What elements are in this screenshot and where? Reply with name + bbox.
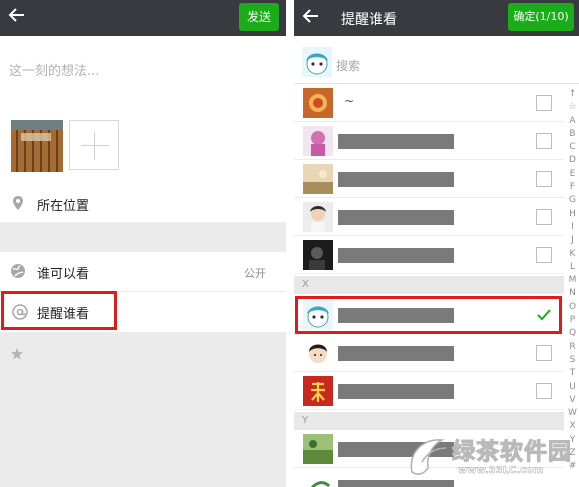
back-arrow-icon[interactable] (302, 7, 320, 31)
index-letter[interactable]: K (566, 248, 579, 261)
contact-name-redacted (338, 210, 454, 225)
watermark-logo-icon (410, 439, 447, 475)
contact-name-redacted (338, 172, 454, 187)
list-item[interactable] (294, 236, 564, 274)
list-item[interactable] (294, 372, 564, 410)
avatar (303, 338, 333, 368)
index-letter[interactable]: I (566, 221, 579, 234)
top-bar: 发送 (0, 0, 286, 36)
highlight-box (295, 296, 562, 334)
select-checkbox[interactable] (536, 95, 552, 111)
page-title: 提醒谁看 (341, 12, 397, 28)
watermark-url: www.33LC.com (458, 465, 544, 476)
index-letter[interactable]: E (566, 168, 579, 181)
search-input[interactable] (336, 56, 536, 76)
attached-photo[interactable] (11, 120, 63, 172)
avatar (303, 434, 333, 464)
alphabet-index[interactable]: ↑ ☆ A B C D E F G H I J K L M N O P Q R S T U V W X Y Z # (566, 88, 579, 487)
selected-contact-avatar (302, 47, 332, 77)
select-checkbox[interactable] (536, 171, 552, 187)
index-letter[interactable]: S (566, 354, 579, 367)
avatar (303, 164, 333, 194)
index-letter[interactable]: C (566, 141, 579, 154)
add-photo-button[interactable] (69, 120, 119, 170)
index-letter[interactable]: G (566, 194, 579, 207)
index-letter[interactable]: V (566, 394, 579, 407)
index-letter[interactable]: Q (566, 327, 579, 340)
watermark-brand: 绿茶软件园 (452, 438, 572, 466)
who-can-see-row[interactable]: 谁可以看 公开 (0, 252, 286, 292)
avatar (303, 202, 333, 232)
index-letter[interactable]: W (566, 407, 579, 420)
index-letter[interactable]: M (566, 274, 579, 287)
location-pin-icon (10, 195, 26, 211)
watermark: 绿茶软件园 www.33LC.com (404, 432, 579, 487)
list-item[interactable] (294, 160, 564, 198)
location-row[interactable]: 所在位置 (0, 184, 286, 222)
top-bar: 提醒谁看 确定(1/10) (294, 0, 579, 36)
select-checkbox[interactable] (536, 133, 552, 149)
post-moment-panel: 发送 这一刻的想法... 所在位置 谁可以看 公开 提醒谁看 (0, 0, 286, 487)
remind-who-panel: 提醒谁看 确定(1/10) ~ (294, 0, 579, 487)
list-item[interactable]: ~ (294, 84, 564, 122)
avatar (303, 88, 333, 118)
index-letter[interactable]: ↑ (566, 88, 579, 101)
send-button[interactable]: 发送 (239, 3, 279, 31)
select-checkbox[interactable] (536, 247, 552, 263)
list-item[interactable] (294, 334, 564, 372)
index-letter[interactable]: B (566, 128, 579, 141)
index-letter[interactable]: N (566, 287, 579, 300)
list-item[interactable] (294, 198, 564, 236)
highlight-box (1, 291, 117, 330)
star-icon[interactable] (10, 346, 24, 360)
avatar (303, 126, 333, 156)
list-item[interactable] (294, 122, 564, 160)
index-letter[interactable]: T (566, 367, 579, 380)
index-letter[interactable]: F (566, 181, 579, 194)
index-letter[interactable]: ☆ (566, 101, 579, 114)
search-bar[interactable] (294, 36, 579, 84)
contact-name: ~ (344, 94, 355, 108)
select-checkbox[interactable] (536, 209, 552, 225)
select-checkbox[interactable] (536, 383, 552, 399)
confirm-button[interactable]: 确定(1/10) (508, 3, 574, 31)
who-can-see-label: 谁可以看 (37, 267, 90, 282)
contact-name-redacted (338, 248, 454, 263)
contact-name-redacted (338, 134, 454, 149)
location-label: 所在位置 (37, 199, 90, 214)
index-letter[interactable]: D (566, 154, 579, 167)
index-letter[interactable]: A (566, 115, 579, 128)
index-letter[interactable]: P (566, 314, 579, 327)
index-letter[interactable]: R (566, 341, 579, 354)
section-header-y: Y (294, 412, 564, 430)
contact-name-redacted (338, 346, 454, 361)
avatar (303, 376, 333, 406)
who-can-see-value: 公开 (244, 267, 266, 280)
index-letter[interactable]: J (566, 234, 579, 247)
avatar (303, 240, 333, 270)
globe-icon (10, 263, 26, 279)
contact-name-redacted (338, 384, 454, 399)
compose-input[interactable]: 这一刻的想法... (9, 60, 99, 79)
select-checkbox[interactable] (536, 345, 552, 361)
lower-options-area (0, 332, 286, 487)
section-header-x: X (294, 276, 564, 294)
divider-gap (0, 222, 286, 252)
index-letter[interactable]: L (566, 261, 579, 274)
back-arrow-icon[interactable] (8, 6, 30, 28)
avatar (303, 472, 333, 487)
index-letter[interactable]: O (566, 301, 579, 314)
index-letter[interactable]: U (566, 381, 579, 394)
index-letter[interactable]: H (566, 208, 579, 221)
